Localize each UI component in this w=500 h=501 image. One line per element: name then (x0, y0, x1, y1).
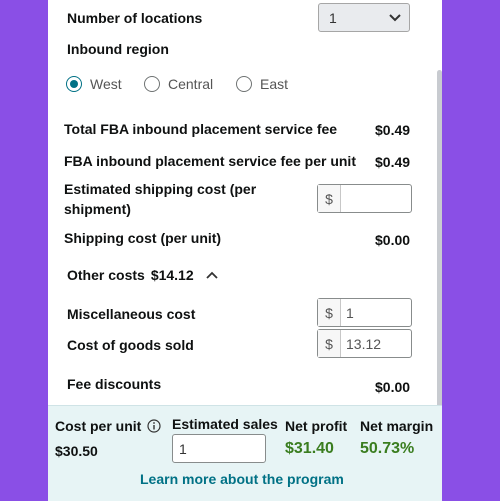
chevron-up-icon (206, 271, 218, 279)
info-icon[interactable] (147, 419, 161, 433)
net-margin-label: Net margin (360, 418, 434, 434)
net-profit-label: Net profit (285, 418, 348, 434)
locations-selected-value: 1 (329, 10, 337, 26)
region-option-label: East (260, 76, 289, 92)
region-option-west[interactable]: West (66, 76, 122, 92)
est-shipping-label-cont: shipment) (64, 201, 131, 217)
currency-prefix: $ (318, 299, 341, 326)
scrollbar[interactable] (437, 70, 442, 410)
summary-footer: Cost per unit $30.50 Estimated sales 1 N… (48, 405, 442, 501)
total-fba-fee-label: Total FBA inbound placement service fee (64, 121, 338, 137)
radio-unselected-icon (236, 76, 252, 92)
fee-discounts-value: $0.00 (375, 379, 411, 395)
est-shipping-input[interactable]: $ (317, 184, 412, 213)
locations-select[interactable]: 1 (318, 3, 410, 32)
region-option-east[interactable]: East (236, 76, 288, 92)
shipping-per-unit-value: $0.00 (375, 232, 411, 248)
other-costs-label: Other costs (67, 267, 145, 283)
region-option-label: Central (168, 76, 214, 92)
cost-per-unit-label: Cost per unit (55, 418, 142, 434)
misc-cost-label: Miscellaneous cost (67, 306, 196, 322)
estimated-sales-value: 1 (179, 440, 187, 457)
region-option-label: West (90, 76, 122, 92)
region-option-central[interactable]: Central (144, 76, 213, 92)
other-costs-toggle[interactable]: Other costs $14.12 (67, 267, 218, 283)
learn-more-link[interactable]: Learn more about the program (140, 471, 344, 487)
misc-cost-input[interactable]: $ 1 (317, 298, 412, 327)
fee-discounts-label: Fee discounts (67, 376, 162, 392)
cogs-input[interactable]: $ 13.12 (317, 329, 412, 358)
est-shipping-label: Estimated shipping cost (per (64, 181, 257, 197)
cost-per-unit-value: $30.50 (55, 443, 98, 459)
cogs-value: 13.12 (346, 335, 382, 352)
radio-selected-icon (66, 76, 82, 92)
estimated-sales-label: Estimated sales (172, 416, 278, 432)
net-profit-value: $31.40 (285, 440, 334, 457)
locations-label: Number of locations (67, 10, 203, 26)
currency-prefix: $ (318, 185, 341, 212)
est-shipping-value (341, 185, 346, 212)
chevron-down-icon (389, 14, 401, 22)
total-fba-fee-value: $0.49 (375, 122, 411, 138)
cogs-label: Cost of goods sold (67, 337, 194, 353)
net-margin-value: 50.73% (360, 440, 415, 457)
fee-per-unit-label: FBA inbound placement service fee per un… (64, 153, 356, 169)
estimated-sales-input[interactable]: 1 (172, 434, 266, 463)
shipping-per-unit-label: Shipping cost (per unit) (64, 230, 222, 246)
region-label: Inbound region (67, 41, 169, 57)
radio-unselected-icon (144, 76, 160, 92)
fee-per-unit-value: $0.49 (375, 154, 411, 170)
misc-cost-value: 1 (346, 304, 354, 321)
other-costs-total: $14.12 (150, 267, 194, 283)
currency-prefix: $ (318, 330, 341, 357)
